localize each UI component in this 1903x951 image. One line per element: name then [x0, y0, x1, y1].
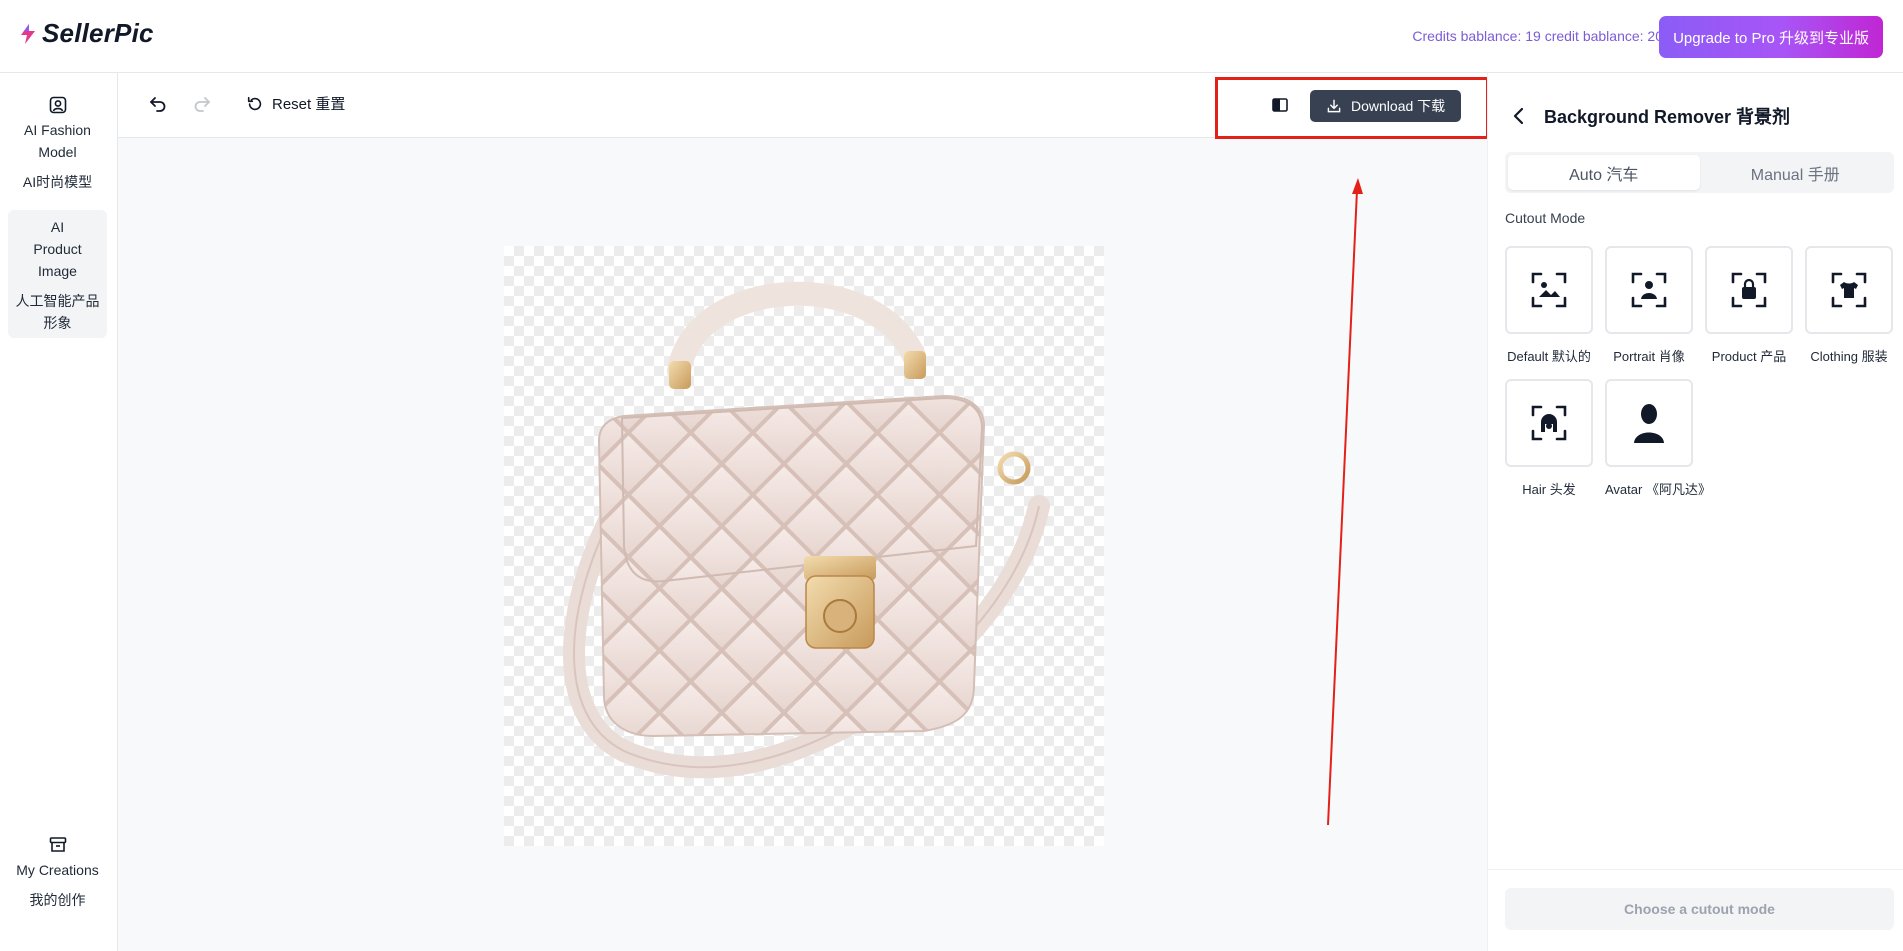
avatar-silhouette-icon: [1634, 404, 1664, 443]
tab-manual[interactable]: Manual 手册: [1700, 155, 1892, 190]
upgrade-button[interactable]: Upgrade to Pro 升级到专业版: [1659, 16, 1883, 58]
logo-bolt-icon: [21, 23, 35, 44]
back-chevron-icon[interactable]: [1512, 107, 1526, 125]
reset-rotate-icon: [247, 96, 262, 110]
product-bag-icon: [1731, 272, 1767, 308]
archive-box-icon: [49, 837, 66, 852]
mode-label: Hair 头发: [1522, 482, 1576, 497]
handbag-image: [563, 281, 1050, 779]
nav-item-ai-fashion-model[interactable]: AI Fashion Model AI时尚模型: [8, 95, 107, 193]
mode-label: Default 默认的: [1507, 349, 1591, 364]
right-panel: Background Remover 背景剂 Auto 汽车 Manual 手册…: [1487, 73, 1903, 951]
app-logo[interactable]: SellerPic: [18, 18, 154, 49]
mode-label: Avatar 《阿凡达》: [1605, 482, 1711, 497]
nav-item-my-creations[interactable]: My Creations 我的创作: [8, 835, 107, 911]
redo-icon: [194, 97, 210, 112]
top-header: SellerPic Credits bablance: 19 credit ba…: [0, 0, 1903, 73]
mode-tabs: Auto 汽车 Manual 手册: [1505, 152, 1894, 193]
credits-balance: Credits bablance: 19 credit bablance: 20: [1412, 28, 1663, 44]
image-canvas: [118, 138, 1487, 951]
nav-label-zh: 我的创作: [29, 892, 86, 908]
choose-cutout-mode-button[interactable]: Choose a cutout mode: [1505, 888, 1894, 930]
cutout-mode-heading: Cutout Mode: [1505, 210, 1586, 226]
annotation-highlight-box: [1215, 77, 1489, 139]
transparent-image-area[interactable]: [504, 246, 1104, 846]
left-sidebar: AI Fashion Model AI时尚模型 AI Product Image…: [0, 73, 118, 951]
user-portrait-icon: [49, 96, 66, 114]
mode-portrait[interactable]: Portrait 肖像: [1605, 246, 1693, 365]
nav-label-en: AI Product Image: [33, 219, 82, 279]
panel-footer: Choose a cutout mode: [1488, 869, 1903, 951]
mode-label: Clothing 服装: [1810, 349, 1888, 364]
default-landscape-icon: [1531, 272, 1567, 308]
hair-icon: [1531, 405, 1567, 441]
nav-label-zh: AI时尚模型: [22, 174, 93, 190]
undo-button[interactable]: [148, 93, 168, 113]
nav-label-en: AI Fashion Model: [24, 122, 91, 160]
redo-button[interactable]: [192, 93, 212, 113]
mode-avatar[interactable]: Avatar 《阿凡达》: [1605, 379, 1711, 498]
mode-product[interactable]: Product 产品: [1705, 246, 1793, 365]
mode-label: Portrait 肖像: [1613, 349, 1685, 364]
clothing-shirt-icon: [1831, 272, 1867, 308]
portrait-person-icon: [1631, 272, 1667, 308]
reset-button[interactable]: Reset 重置: [246, 93, 345, 114]
mode-hair[interactable]: Hair 头发: [1505, 379, 1593, 498]
mode-clothing[interactable]: Clothing 服装: [1805, 246, 1893, 365]
nav-label-en: My Creations: [16, 862, 99, 878]
reset-label: Reset 重置: [272, 96, 346, 113]
nav-label-zh: 人工智能产品形象: [15, 293, 100, 331]
mode-label: Product 产品: [1711, 349, 1787, 364]
tab-auto[interactable]: Auto 汽车: [1508, 155, 1700, 190]
app-name: SellerPic: [42, 18, 154, 48]
panel-title: Background Remover 背景剂: [1544, 107, 1791, 127]
undo-icon: [150, 97, 166, 112]
annotation-arrow: [1327, 178, 1363, 826]
mode-default[interactable]: Default 默认的: [1505, 246, 1593, 365]
nav-item-ai-product-image[interactable]: AI Product Image 人工智能产品形象: [8, 210, 107, 338]
